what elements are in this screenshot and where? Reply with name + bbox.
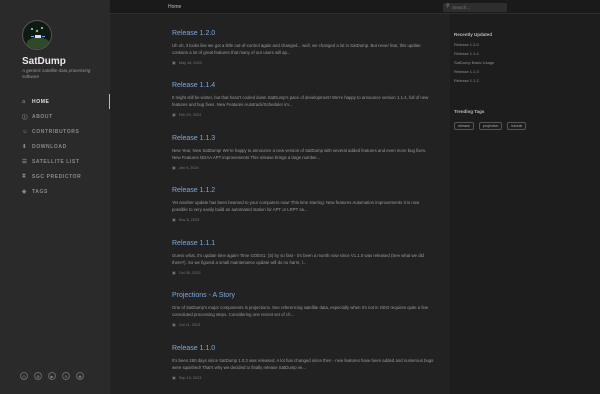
- post-title[interactable]: Release 1.1.2: [172, 187, 434, 194]
- recent-link[interactable]: Release 1.1.2: [454, 78, 494, 87]
- topbar: Home ⚲: [110, 0, 600, 14]
- site-title[interactable]: SatDump: [22, 56, 66, 67]
- post-date-text: Nov 8, 2023: [178, 217, 200, 222]
- mastodon-icon[interactable]: ◉: [76, 372, 84, 380]
- nav-label: DOWNLOAD: [32, 143, 67, 150]
- post-date: ▣ Sep 13, 2023: [172, 375, 434, 380]
- recently-updated-heading: Recently Updated: [454, 32, 493, 37]
- post-title[interactable]: Release 1.1.0: [172, 345, 434, 352]
- search-icon: ⚲: [446, 3, 450, 9]
- trending-tags: release projection tutorial: [454, 122, 527, 130]
- social-links: ◎ ◍ ▶ ≋ ◉: [20, 372, 84, 380]
- satdump-logo[interactable]: [22, 20, 52, 50]
- post-item: Release 1.1.4 It might still be winter, …: [172, 82, 434, 117]
- site-tagline: A generic satellite data processing soft…: [22, 68, 91, 79]
- home-icon: ⌂: [22, 98, 26, 105]
- post-item: Release 1.1.2 Yet another update has bee…: [172, 187, 434, 222]
- list-icon: ☰: [22, 158, 28, 165]
- post-title[interactable]: Release 1.1.1: [172, 240, 434, 247]
- nav-item-download[interactable]: ⬇ DOWNLOAD: [22, 139, 110, 154]
- search-input[interactable]: [443, 3, 507, 12]
- post-excerpt: Guess what, it's update time again! Time…: [172, 253, 424, 265]
- nav-label: HOME: [32, 98, 50, 105]
- calendar-icon: ▣: [172, 112, 176, 117]
- hourglass-icon: ⧗: [22, 173, 27, 179]
- trending-tags-heading: Trending Tags: [454, 109, 485, 114]
- right-panel: Recently Updated Release 1.2.0 Release 1…: [450, 14, 600, 394]
- post-title[interactable]: Release 1.1.4: [172, 82, 434, 89]
- post-title[interactable]: Release 1.1.3: [172, 135, 434, 142]
- tag-release[interactable]: release: [454, 122, 474, 130]
- tag-projection[interactable]: projection: [478, 122, 503, 130]
- sidebar: SatDump A generic satellite data process…: [0, 0, 110, 394]
- post-excerpt: It's been 280 days since SatDump 1.0.3 w…: [172, 358, 434, 370]
- recent-link[interactable]: Release 1.1.3: [454, 69, 494, 78]
- tag-tutorial[interactable]: tutorial: [507, 122, 527, 130]
- post-date-text: Sep 13, 2023: [178, 375, 202, 380]
- post-item: Release 1.1.1 Guess what, it's update ti…: [172, 240, 434, 275]
- post-excerpt: Uh oh, it looks like we got a little out…: [172, 43, 421, 55]
- nav-item-about[interactable]: ⓘ ABOUT: [22, 109, 110, 124]
- post-date-text: May 18, 2024: [178, 60, 202, 65]
- post-item: Release 1.2.0 Uh oh, it looks like we go…: [172, 30, 434, 65]
- post-item: Release 1.1.3 New Year, New SatDump! We'…: [172, 135, 434, 170]
- users-icon: ☺: [22, 128, 29, 135]
- breadcrumb[interactable]: Home: [168, 4, 181, 10]
- nav-label: CONTRIBUTORS: [32, 128, 80, 135]
- recent-link[interactable]: SatDump Basic Usage: [454, 60, 494, 69]
- post-excerpt: It might still be winter, but that hasn'…: [172, 95, 429, 107]
- nav-item-sgc-predictor[interactable]: ⧗ SGC PREDICTOR: [22, 169, 110, 184]
- post-list: Release 1.2.0 Uh oh, it looks like we go…: [110, 14, 450, 394]
- nav-item-satellite-list[interactable]: ☰ SATELLITE LIST: [22, 154, 110, 169]
- info-icon: ⓘ: [22, 114, 29, 121]
- recent-link[interactable]: Release 1.2.0: [454, 42, 494, 51]
- post-date: ▣ Jan 9, 2024: [172, 165, 434, 170]
- nav-label: SATELLITE LIST: [32, 158, 80, 165]
- nav-item-contributors[interactable]: ☺ CONTRIBUTORS: [22, 124, 110, 139]
- post-date-text: Oct 11, 2023: [178, 322, 201, 327]
- post-date-text: Jan 9, 2024: [178, 165, 199, 170]
- nav-label: ABOUT: [32, 113, 53, 120]
- youtube-icon[interactable]: ▶: [48, 372, 56, 380]
- recent-link[interactable]: Release 1.1.4: [454, 51, 494, 60]
- post-date: ▣ Nov 8, 2023: [172, 217, 434, 222]
- rss-icon[interactable]: ≋: [62, 372, 70, 380]
- post-title[interactable]: Projections - A Story: [172, 292, 434, 299]
- nav-item-home[interactable]: ⌂ HOME: [22, 94, 110, 109]
- calendar-icon: ▣: [172, 217, 176, 222]
- post-date-text: Oct 30, 2023: [178, 270, 201, 275]
- post-date: ▣ Feb 29, 2024: [172, 112, 434, 117]
- calendar-icon: ▣: [172, 60, 176, 65]
- nav-label: TAGS: [32, 188, 48, 195]
- post-excerpt: One of SatDump's major components is pro…: [172, 305, 429, 317]
- download-icon: ⬇: [22, 143, 28, 150]
- post-date: ▣ Oct 11, 2023: [172, 322, 434, 327]
- post-item: Projections - A Story One of SatDump's m…: [172, 292, 434, 327]
- discord-icon[interactable]: ◍: [34, 372, 42, 380]
- nav-item-tags[interactable]: ◈ TAGS: [22, 184, 110, 199]
- sidebar-nav: ⌂ HOME ⓘ ABOUT ☺ CONTRIBUTORS ⬇ DOWNLOAD ☰ SA…: [22, 94, 110, 199]
- post-title[interactable]: Release 1.2.0: [172, 30, 434, 37]
- github-icon[interactable]: ◎: [20, 372, 28, 380]
- recently-updated-list: Release 1.2.0 Release 1.1.4 SatDump Basi…: [454, 42, 494, 87]
- post-excerpt: New Year, New SatDump! We're happy to an…: [172, 148, 427, 160]
- tag-icon: ◈: [22, 188, 27, 195]
- nav-label: SGC PREDICTOR: [32, 173, 82, 180]
- post-excerpt: Yet another update has been beamed to yo…: [172, 200, 420, 212]
- post-date-text: Feb 29, 2024: [178, 112, 202, 117]
- calendar-icon: ▣: [172, 270, 176, 275]
- calendar-icon: ▣: [172, 375, 176, 380]
- post-item: Release 1.1.0 It's been 280 days since S…: [172, 345, 434, 380]
- post-date: ▣ May 18, 2024: [172, 60, 434, 65]
- post-date: ▣ Oct 30, 2023: [172, 270, 434, 275]
- calendar-icon: ▣: [172, 165, 176, 170]
- calendar-icon: ▣: [172, 322, 176, 327]
